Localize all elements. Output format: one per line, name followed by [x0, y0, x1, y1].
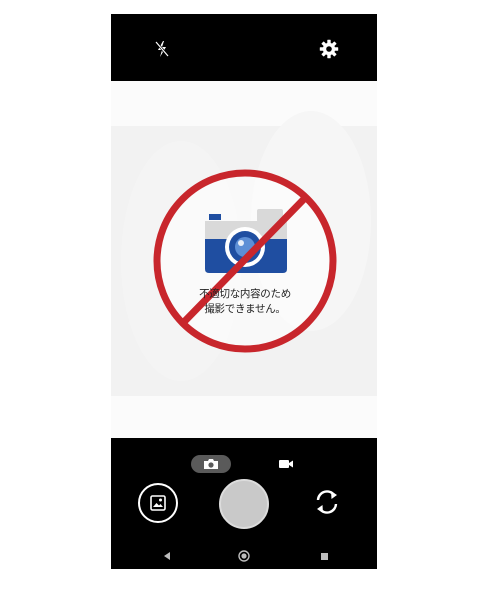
settings-button[interactable]: [318, 38, 340, 60]
nav-recents-button[interactable]: [315, 547, 333, 565]
camera-icon: [204, 459, 218, 469]
top-toolbar: [111, 14, 377, 81]
shutter-button[interactable]: [219, 479, 269, 529]
camera-app-screen: 不適切な内容のため 撮影できません。: [111, 14, 377, 569]
warning-line-1: 不適切な内容のため: [199, 288, 291, 300]
recents-square-icon: [320, 552, 328, 560]
nav-back-button[interactable]: [158, 547, 176, 565]
back-triangle-icon: [164, 552, 170, 560]
photo-mode-button[interactable]: [191, 455, 231, 473]
inappropriate-content-warning: 不適切な内容のため 撮影できません。: [181, 287, 309, 317]
camera-viewfinder[interactable]: 不適切な内容のため 撮影できません。: [111, 81, 377, 438]
image-icon: [150, 495, 166, 511]
flash-toggle-button[interactable]: [151, 38, 173, 60]
home-circle-icon: [238, 550, 250, 562]
switch-camera-button[interactable]: [310, 485, 344, 519]
nav-home-button[interactable]: [235, 547, 253, 565]
warning-line-2: 撮影できません。: [204, 303, 286, 315]
bottom-controls: [111, 438, 377, 569]
gear-icon: [319, 39, 339, 59]
flash-off-icon: [155, 41, 169, 57]
gallery-button[interactable]: [138, 483, 178, 523]
video-camera-icon: [279, 460, 293, 468]
video-mode-button[interactable]: [274, 455, 298, 473]
system-navigation-bar: [111, 542, 377, 569]
switch-camera-icon: [316, 490, 338, 514]
prohibited-camera-sign: [153, 169, 337, 353]
